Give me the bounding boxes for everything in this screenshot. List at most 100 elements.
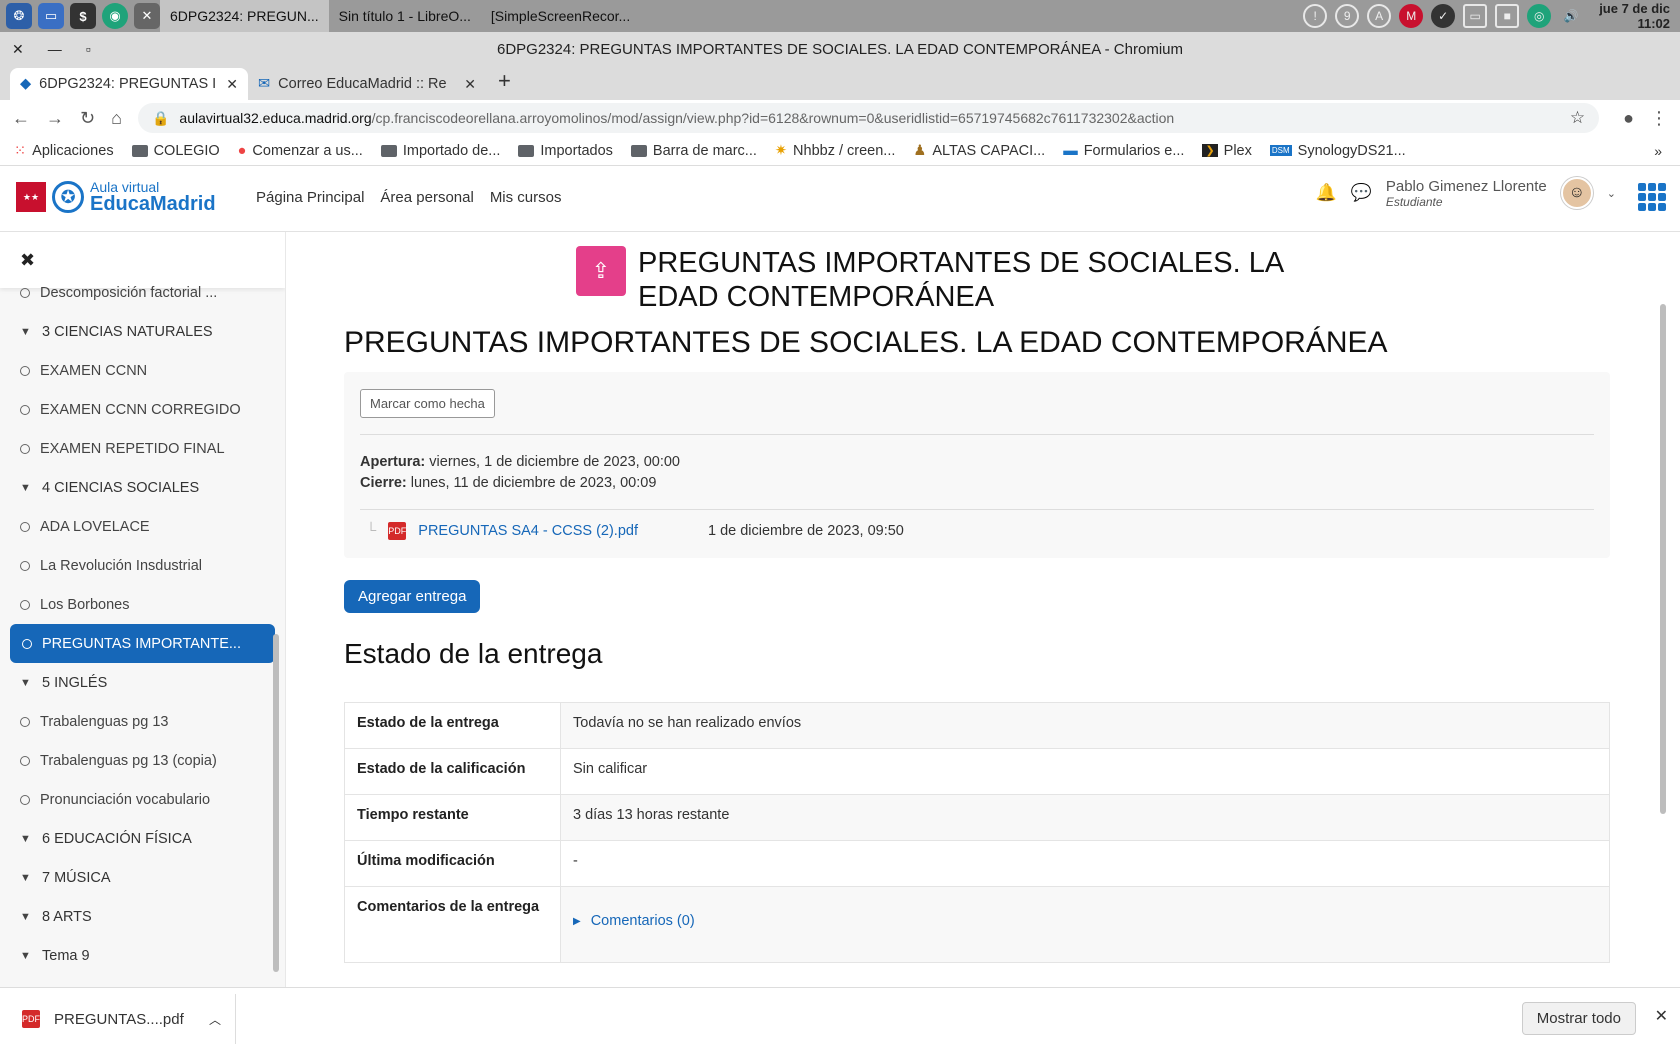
network-icon[interactable]: ◎ bbox=[1527, 4, 1552, 28]
course-activity[interactable]: Los Borbones bbox=[0, 585, 285, 624]
tab-strip: ◆ 6DPG2324: PREGUNTAS I ✕ ✉ Correo Educa… bbox=[0, 66, 1680, 100]
desktop-icon[interactable]: ▭ bbox=[38, 3, 64, 29]
taskbar-task-libreoffice[interactable]: Sin título 1 - LibreO... bbox=[329, 0, 481, 32]
terminal-icon[interactable]: $ bbox=[70, 3, 96, 29]
course-section[interactable]: ▼ 7 MÚSICA bbox=[0, 858, 285, 897]
chevron-down-icon[interactable]: ▼ bbox=[20, 482, 32, 494]
tab-mail[interactable]: ✉ Correo EducaMadrid :: Re ✕ bbox=[248, 68, 486, 100]
course-activity[interactable]: EXAMEN REPETIDO FINAL bbox=[0, 429, 285, 468]
close-download-bar-icon[interactable]: ✕ bbox=[1655, 1006, 1668, 1026]
window-close-icon[interactable]: ✕ bbox=[12, 41, 24, 58]
course-section[interactable]: ▼ 5 INGLÉS bbox=[0, 663, 285, 702]
profile-icon[interactable]: ● bbox=[1623, 108, 1634, 129]
mail-icon[interactable]: M bbox=[1399, 4, 1424, 28]
comments-toggle[interactable]: ▶ Comentarios (0) bbox=[573, 899, 1597, 929]
bookmark-plex[interactable]: ❯ Plex bbox=[1202, 143, 1252, 159]
bookmark-barra[interactable]: Barra de marc... bbox=[630, 143, 757, 159]
back-icon[interactable]: ← bbox=[12, 108, 30, 129]
close-x-icon[interactable]: ✕ bbox=[134, 3, 160, 29]
camera-icon[interactable]: ■ bbox=[1495, 4, 1520, 28]
activity-dates: Apertura: viernes, 1 de diciembre de 202… bbox=[360, 452, 680, 494]
bookmark-comenzar[interactable]: ● Comenzar a us... bbox=[238, 143, 363, 159]
bell-icon[interactable]: 🔔 bbox=[1316, 183, 1337, 203]
bookmark-formularios[interactable]: ▬ Formularios e... bbox=[1063, 143, 1184, 159]
apps-launcher-icon[interactable] bbox=[1638, 183, 1666, 211]
chevron-down-icon[interactable]: ▼ bbox=[20, 950, 32, 962]
system-menu-icon[interactable]: ❂ bbox=[6, 3, 32, 29]
course-section[interactable]: ▼ 8 ARTS bbox=[0, 897, 285, 936]
reload-icon[interactable]: ↻ bbox=[80, 108, 95, 129]
course-section[interactable]: ▼ 6 EDUCACIÓN FÍSICA bbox=[0, 819, 285, 858]
drawer-scrollbar[interactable] bbox=[273, 634, 279, 972]
course-section[interactable]: ▼ 4 CIENCIAS SOCIALES bbox=[0, 468, 285, 507]
course-activity[interactable]: Pronunciación vocabulario bbox=[0, 780, 285, 819]
accessibility-icon[interactable]: A bbox=[1367, 4, 1392, 28]
bookmark-colegio[interactable]: COLEGIO bbox=[131, 143, 220, 159]
tab-close-icon[interactable]: ✕ bbox=[464, 76, 476, 93]
nav-home[interactable]: Página Principal bbox=[256, 189, 364, 206]
nav-personal-area[interactable]: Área personal bbox=[380, 189, 473, 206]
update-icon[interactable]: 9 bbox=[1335, 4, 1360, 28]
info-icon[interactable]: ! bbox=[1303, 4, 1328, 28]
taskbar-task-recorder[interactable]: [SimpleScreenRecor... bbox=[481, 0, 640, 32]
tab-close-icon[interactable]: ✕ bbox=[226, 76, 238, 93]
chevron-down-icon[interactable]: ▼ bbox=[20, 911, 32, 923]
course-activity[interactable]: La Revolución Insdustrial bbox=[0, 546, 285, 585]
file-link[interactable]: PREGUNTAS SA4 - CCSS (2).pdf bbox=[418, 523, 638, 539]
address-bar[interactable]: 🔒 aulavirtual32.educa.madrid.org/cp.fran… bbox=[137, 103, 1600, 133]
bookmark-nhbbz[interactable]: ✷ Nhbbz / creen... bbox=[775, 143, 896, 159]
chevron-down-icon[interactable]: ▼ bbox=[20, 326, 32, 338]
course-section[interactable]: ▼ 3 CIENCIAS NATURALES bbox=[0, 312, 285, 351]
nav-my-courses[interactable]: Mis cursos bbox=[490, 189, 562, 206]
taskbar-task-chromium[interactable]: 6DPG2324: PREGUN... bbox=[160, 0, 329, 32]
course-activity[interactable]: ADA LOVELACE bbox=[0, 507, 285, 546]
chevron-down-icon[interactable]: ▼ bbox=[20, 677, 32, 689]
chevron-down-icon[interactable]: ▼ bbox=[20, 872, 32, 884]
course-activity[interactable]: PREGUNTAS IMPORTANTE... bbox=[10, 624, 275, 663]
add-submission-button[interactable]: Agregar entrega bbox=[344, 580, 481, 613]
content-scrollbar[interactable] bbox=[1660, 304, 1666, 814]
bookmark-star-icon[interactable]: ☆ bbox=[1570, 108, 1585, 128]
new-tab-icon[interactable]: + bbox=[498, 68, 511, 94]
bookmark-apps[interactable]: ⁙ Aplicaciones bbox=[14, 143, 114, 159]
course-index-list: Descomposición factorial ... ▼ 3 CIENCIAS … bbox=[0, 273, 285, 987]
row-key: Estado de la calificación bbox=[344, 748, 561, 795]
course-activity[interactable]: Descomposición factorial ... bbox=[0, 273, 285, 312]
course-section[interactable]: ▼ Tema 9 bbox=[0, 936, 285, 975]
educamadrid-logo[interactable]: ★★ ✪ Aula virtual EducaMadrid bbox=[16, 180, 216, 214]
bookmark-altas[interactable]: ♟ ALTAS CAPACI... bbox=[913, 143, 1045, 159]
show-all-button[interactable]: Mostrar todo bbox=[1521, 1002, 1636, 1035]
chat-icon[interactable]: 💬 bbox=[1351, 183, 1372, 203]
close-drawer-icon[interactable]: ✖ bbox=[20, 250, 35, 271]
avatar[interactable]: ☺ bbox=[1560, 177, 1593, 209]
bookmark-importados[interactable]: Importados bbox=[518, 143, 613, 159]
more-bookmarks-icon[interactable]: » bbox=[1654, 143, 1662, 159]
home-icon[interactable]: ⌂ bbox=[111, 108, 122, 129]
display-icon[interactable]: ▭ bbox=[1463, 4, 1488, 28]
row-value: Sin calificar bbox=[560, 748, 1610, 795]
window-maximize-icon[interactable]: ▫ bbox=[86, 41, 91, 57]
course-activity[interactable]: EXAMEN CCNN bbox=[0, 351, 285, 390]
chevron-down-icon[interactable]: ▼ bbox=[20, 833, 32, 845]
drawer-item-label: 5 INGLÉS bbox=[42, 674, 108, 691]
menu-dots-icon[interactable]: ⋮ bbox=[1650, 108, 1668, 129]
course-activity[interactable]: EXAMEN CCNN CORREGIDO bbox=[0, 390, 285, 429]
opening-label: Apertura: bbox=[360, 454, 426, 470]
mark-done-button[interactable]: Marcar como hecha bbox=[360, 389, 495, 418]
chevron-down-icon[interactable]: ⌄ bbox=[1607, 187, 1616, 200]
chromium-icon[interactable]: ◉ bbox=[102, 3, 128, 29]
user-name[interactable]: Pablo Gimenez Llorente bbox=[1386, 178, 1547, 195]
chevron-up-icon[interactable]: ︿ bbox=[209, 1011, 221, 1028]
bookmark-synology[interactable]: DSM SynologyDS21... bbox=[1269, 143, 1406, 159]
check-icon[interactable]: ✓ bbox=[1431, 4, 1456, 28]
download-item[interactable]: PDF PREGUNTAS....pdf ︿ bbox=[0, 994, 236, 1044]
course-activity[interactable]: Trabalenguas pg 13 (copia) bbox=[0, 741, 285, 780]
tab-assignment[interactable]: ◆ 6DPG2324: PREGUNTAS I ✕ bbox=[10, 68, 248, 100]
course-activity[interactable]: Trabalenguas pg 13 bbox=[0, 702, 285, 741]
window-minimize-icon[interactable]: — bbox=[48, 41, 62, 57]
bookmark-importado[interactable]: Importado de... bbox=[380, 143, 500, 159]
clock[interactable]: jue 7 de dic 11:02 bbox=[1599, 1, 1670, 31]
forward-icon[interactable]: → bbox=[46, 108, 64, 129]
course-section[interactable]: ▼Tema 10 bbox=[0, 975, 285, 988]
volume-icon[interactable]: 🔊 bbox=[1559, 4, 1583, 28]
